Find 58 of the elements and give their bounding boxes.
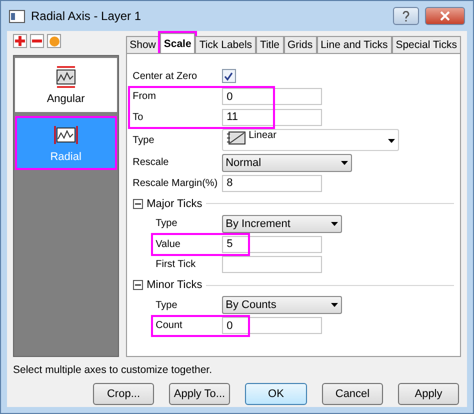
input-field[interactable]: 0 xyxy=(222,88,322,106)
collapse-icon[interactable] xyxy=(132,198,143,208)
checkbox[interactable] xyxy=(222,69,236,84)
reset-button[interactable] xyxy=(47,34,61,48)
window-icon xyxy=(9,10,25,22)
dropdown[interactable]: By Increment xyxy=(222,214,342,233)
remove-button[interactable] xyxy=(30,34,44,48)
field-label: Rescale Margin(%) xyxy=(132,178,219,189)
tab[interactable]: Line and Ticks xyxy=(316,36,392,53)
close-icon xyxy=(440,11,450,21)
dialog-button[interactable]: Apply To... xyxy=(169,383,230,405)
dialog-button[interactable]: OK xyxy=(245,383,307,405)
field-label: Value xyxy=(156,238,182,250)
linear-scale-icon xyxy=(226,130,246,146)
input-field[interactable] xyxy=(222,256,322,274)
field-label: Type xyxy=(156,218,178,230)
axis-plot-icon xyxy=(54,65,78,89)
field-label: First Tick xyxy=(156,259,197,270)
dialog-button[interactable]: Cancel xyxy=(322,383,383,405)
dropdown[interactable]: By Counts xyxy=(222,296,342,314)
tab[interactable]: Special Ticks xyxy=(392,36,461,53)
caret-icon xyxy=(388,139,395,143)
field-label: Type xyxy=(156,300,178,311)
window-title: Radial Axis - Layer 1 xyxy=(31,9,142,23)
input-field[interactable]: 11 xyxy=(222,108,322,126)
field-label: Center at Zero xyxy=(132,70,198,82)
close-button[interactable] xyxy=(425,7,465,25)
field-label: Count xyxy=(156,320,184,332)
caret-icon xyxy=(340,160,348,165)
field-label: To xyxy=(132,112,144,123)
section-title: Major Ticks xyxy=(146,198,202,210)
input-field[interactable]: 5 xyxy=(222,236,322,253)
field-label: Rescale xyxy=(132,157,170,168)
dialog-button[interactable]: Apply xyxy=(398,383,459,405)
help-button[interactable] xyxy=(393,7,419,25)
field-label: From xyxy=(132,91,157,102)
dropdown[interactable]: Linear xyxy=(222,129,399,151)
tab[interactable]: Scale xyxy=(160,33,196,53)
plus-icon xyxy=(15,36,25,46)
dropdown[interactable]: Normal xyxy=(222,154,352,172)
input-field[interactable]: 0 xyxy=(222,317,322,334)
axis-item[interactable]: Angular xyxy=(15,58,117,112)
tab[interactable]: Grids xyxy=(284,36,317,53)
caret-icon xyxy=(330,303,338,308)
axis-plot-icon xyxy=(54,123,78,147)
circle-icon xyxy=(48,36,60,46)
status-text: Select multiple axes to customize together. xyxy=(13,363,214,378)
section-title: Minor Ticks xyxy=(146,279,202,291)
field-label: Type xyxy=(132,134,156,146)
input-field[interactable]: 8 xyxy=(222,174,322,192)
add-button[interactable] xyxy=(13,34,27,48)
help-icon xyxy=(402,10,410,22)
caret-icon xyxy=(330,222,338,226)
tab[interactable]: Show xyxy=(126,36,160,53)
collapse-icon[interactable] xyxy=(132,280,143,290)
tab[interactable]: Tick Labels xyxy=(195,36,256,53)
tab[interactable]: Title xyxy=(256,36,284,53)
dialog-button[interactable]: Crop... xyxy=(93,383,154,405)
